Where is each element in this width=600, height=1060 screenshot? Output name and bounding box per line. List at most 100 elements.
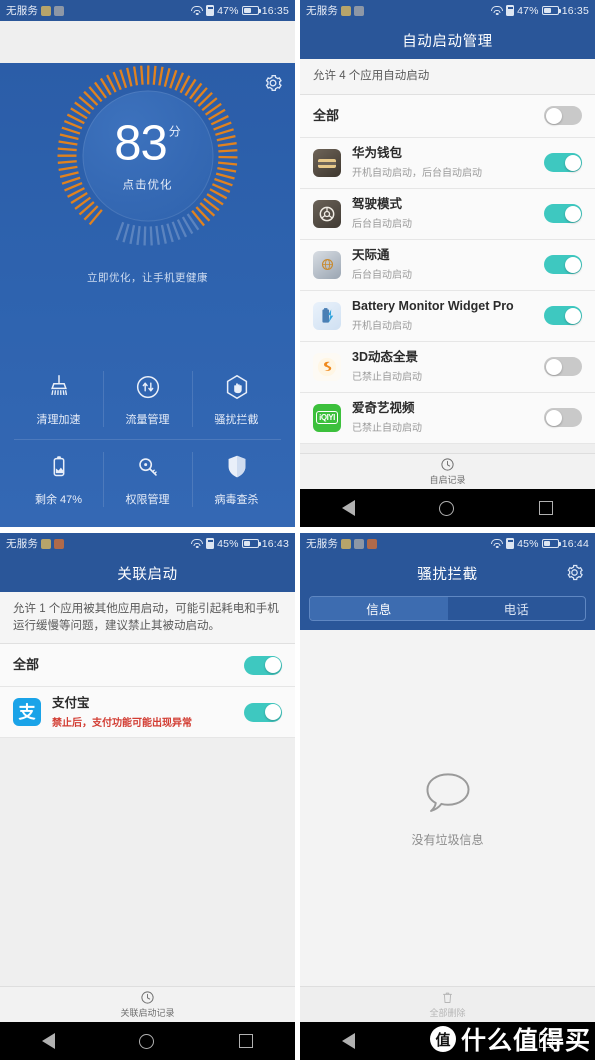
empty-state: 没有垃圾信息 <box>300 630 595 986</box>
feature-harassment-block[interactable]: 骚扰拦截 <box>192 359 281 439</box>
table-row[interactable]: 天际通 后台自动启动 <box>300 239 595 291</box>
panel-harassment-block: 无服务 45% 16:44 骚扰拦截 信息 电话 没有垃圾信息 全部删除 值 什… <box>300 533 595 1060</box>
status-bar: 无服务 47% 16:35 <box>0 0 295 21</box>
app-status: 已禁止自动启动 <box>352 371 422 383</box>
battery-percent-label: 47% <box>217 4 239 17</box>
settings-gear-button[interactable] <box>263 73 283 93</box>
feature-battery-remaining[interactable]: 剩余 47% <box>14 440 103 519</box>
app-status: 开机自动启动 <box>352 320 412 332</box>
settings-gear-button[interactable] <box>565 563 584 582</box>
app-status: 开机自动启动，后台自动启动 <box>352 167 482 179</box>
row-all-toggle[interactable]: 全部 <box>300 94 595 138</box>
toggle-all[interactable] <box>244 655 282 675</box>
app-name: 爱奇艺视频 <box>352 401 415 416</box>
delete-all-button[interactable]: 全部删除 <box>300 986 595 1022</box>
nav-home-button[interactable] <box>139 1033 155 1049</box>
panel-autostart-manager: 无服务 47% 16:35 自动启动管理 允许 4 个应用自动启动 全部 华为钱… <box>300 0 595 527</box>
tab-calls[interactable]: 电话 <box>448 597 586 620</box>
app-name: 天际通 <box>352 248 390 263</box>
nav-home-button[interactable] <box>439 500 455 516</box>
action-label: 关联启动记录 <box>120 1008 175 1018</box>
feature-label: 权限管理 <box>125 494 170 506</box>
carrier-label: 无服务 <box>6 538 39 550</box>
assoc-note: 允许 1 个应用被其他应用启动，可能引起耗电和手机运行缓慢等问题，建议禁止其被动… <box>0 592 295 645</box>
feature-label: 剩余 47% <box>34 494 83 506</box>
data-arrows-icon <box>136 375 159 398</box>
row-all-toggle[interactable]: 全部 <box>0 644 295 688</box>
table-row[interactable]: 驾驶模式 后台自动启动 <box>300 188 595 240</box>
watermark-text: 什么值得买 <box>460 1027 591 1055</box>
toggle-app[interactable] <box>244 702 282 722</box>
toggle-app[interactable] <box>544 153 582 173</box>
action-label: 全部删除 <box>429 1008 466 1018</box>
sim-signal-icon <box>206 538 215 549</box>
tab-label: 电话 <box>503 603 529 617</box>
battery-icon <box>541 539 561 548</box>
table-row[interactable]: Battery Monitor Widget Pro 开机自动启动 <box>300 290 595 342</box>
row-label: 全部 <box>313 107 340 123</box>
action-label: 自启记录 <box>429 475 466 485</box>
app-name: 驾驶模式 <box>352 197 403 212</box>
app-status: 后台自动启动 <box>352 269 412 281</box>
trash-icon <box>443 992 452 1003</box>
table-row[interactable]: iQIYI 爱奇艺视频 已禁止自动启动 <box>300 392 595 444</box>
home-content: 83 分 点击优化 立即优化，让手机更健康 清理加速 流量管理 骚扰拦截 剩余 … <box>0 63 295 527</box>
app-header: 关联启动 <box>0 554 295 592</box>
nav-recents-button[interactable] <box>238 1034 253 1048</box>
carrier-label: 无服务 <box>6 5 39 17</box>
gauge-inner[interactable]: 83 分 点击优化 <box>82 90 213 221</box>
gear-icon <box>265 75 282 91</box>
app-name: 华为钱包 <box>352 146 403 161</box>
android-nav-bar <box>300 489 595 527</box>
toggle-app[interactable] <box>544 357 582 377</box>
nav-back-button[interactable] <box>342 1033 356 1049</box>
feature-grid-row: 清理加速 流量管理 骚扰拦截 <box>14 359 281 439</box>
steering-wheel-icon <box>313 199 341 228</box>
table-row[interactable]: 3D动态全景 已禁止自动启动 <box>300 341 595 393</box>
app-header: 骚扰拦截 <box>300 554 595 592</box>
carrier-label: 无服务 <box>306 538 339 550</box>
notification-icon-1 <box>341 5 352 16</box>
app-header: 自动启动管理 <box>300 21 595 59</box>
feature-virus-scan[interactable]: 病毒查杀 <box>192 440 281 519</box>
page-title: 骚扰拦截 <box>417 566 478 583</box>
sim-signal-icon <box>506 5 515 16</box>
panel-associated-start: 无服务 45% 16:43 关联启动 允许 1 个应用被其他应用启动，可能引起耗… <box>0 533 295 1060</box>
toggle-app[interactable] <box>544 408 582 428</box>
status-bar: 无服务 45% 16:44 <box>300 533 595 554</box>
app-warning: 禁止后，支付功能可能出现异常 <box>52 717 192 729</box>
feature-data-manager[interactable]: 流量管理 <box>103 359 192 439</box>
toggle-app[interactable] <box>544 306 582 326</box>
table-row[interactable]: 华为钱包 开机自动启动，后台自动启动 <box>300 137 595 189</box>
notification-icon-2 <box>354 5 365 16</box>
nav-back-button[interactable] <box>42 1033 56 1049</box>
block-hand-icon <box>226 374 247 399</box>
nav-recents-button[interactable] <box>538 501 553 515</box>
toggle-app[interactable] <box>544 204 582 224</box>
toggle-all[interactable] <box>544 106 582 126</box>
feature-clean-accelerate[interactable]: 清理加速 <box>14 359 103 439</box>
assoc-record-button[interactable]: 关联启动记录 <box>0 986 295 1022</box>
clock-label: 16:44 <box>561 537 589 550</box>
iqiyi-icon: iQIYI <box>313 403 341 432</box>
toggle-app[interactable] <box>544 255 582 275</box>
battery-percent-label: 45% <box>517 537 539 550</box>
carrier-label: 无服务 <box>306 5 339 17</box>
wifi-icon <box>491 6 504 15</box>
wifi-icon <box>191 539 204 548</box>
feature-label: 骚扰拦截 <box>214 413 259 426</box>
tab-messages[interactable]: 信息 <box>310 597 448 620</box>
feature-label: 清理加速 <box>36 413 81 426</box>
feature-permission-manager[interactable]: 权限管理 <box>103 440 192 519</box>
speech-bubble-icon <box>425 772 470 812</box>
home-tip-text: 立即优化，让手机更健康 <box>87 272 208 284</box>
autostart-record-button[interactable]: 自启记录 <box>300 453 595 489</box>
optimize-gauge[interactable]: 83 分 点击优化 <box>55 63 240 248</box>
notification-icon-3 <box>367 538 378 549</box>
status-bar: 无服务 45% 16:43 <box>0 533 295 554</box>
nav-back-button[interactable] <box>342 500 356 516</box>
status-bar: 无服务 47% 16:35 <box>300 0 595 21</box>
gear-icon <box>567 564 583 581</box>
shield-icon <box>228 455 245 478</box>
table-row[interactable]: 支 支付宝 禁止后，支付功能可能出现异常 <box>0 687 295 739</box>
